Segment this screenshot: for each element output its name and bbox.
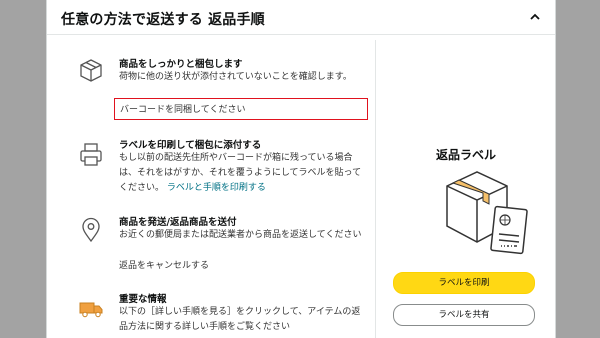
- location-pin-icon: [82, 217, 100, 243]
- print-label-button[interactable]: ラベルを印刷: [393, 272, 535, 294]
- package-icon: [80, 59, 102, 82]
- step-title: ラベルを印刷して梱包に添付する: [119, 140, 262, 151]
- cancel-return-link[interactable]: 返品をキャンセルする: [119, 259, 369, 274]
- chevron-up-icon[interactable]: [529, 11, 541, 23]
- print-label-link[interactable]: ラベルと手順を印刷する: [167, 183, 266, 193]
- step-title: 商品をしっかりと梱包します: [119, 59, 243, 70]
- step-title: 重要な情報: [119, 294, 167, 305]
- return-instructions-panel: 任意の方法で返送する 返品手順 商品をしっかりと梱包します 荷物に他の送り状が添…: [46, 0, 556, 338]
- column-divider: [375, 40, 376, 338]
- box-label-illustration: [446, 171, 528, 255]
- panel-title: 任意の方法で返送する 返品手順: [61, 12, 265, 28]
- share-label-button[interactable]: ラベルを共有: [393, 304, 535, 326]
- printer-icon: [80, 143, 102, 166]
- return-label-heading: 返品ラベル: [435, 148, 496, 162]
- delivery-truck-icon: [79, 302, 103, 318]
- step-body: 荷物に他の送り状が添付されていないことを確認します。: [119, 72, 352, 82]
- step-body: 以下の［詳しい手順を見る］をクリックして、アイテムの返品方法に関する詳しい手順を…: [119, 307, 361, 332]
- left-backdrop: [0, 0, 46, 338]
- step-body: もし以前の配送先住所やバーコードが箱に残っている場合は、それをはがすか、それを覆…: [119, 151, 369, 196]
- step-body: お近くの郵便局または配送業者から商品を返送してください: [119, 230, 362, 240]
- step-title: 商品を発送/返品商品を送付: [119, 217, 237, 228]
- barcode-note: バーコードを同梱してください: [120, 105, 246, 115]
- panel-header[interactable]: 任意の方法で返送する 返品手順: [47, 0, 555, 35]
- right-backdrop: [554, 0, 600, 338]
